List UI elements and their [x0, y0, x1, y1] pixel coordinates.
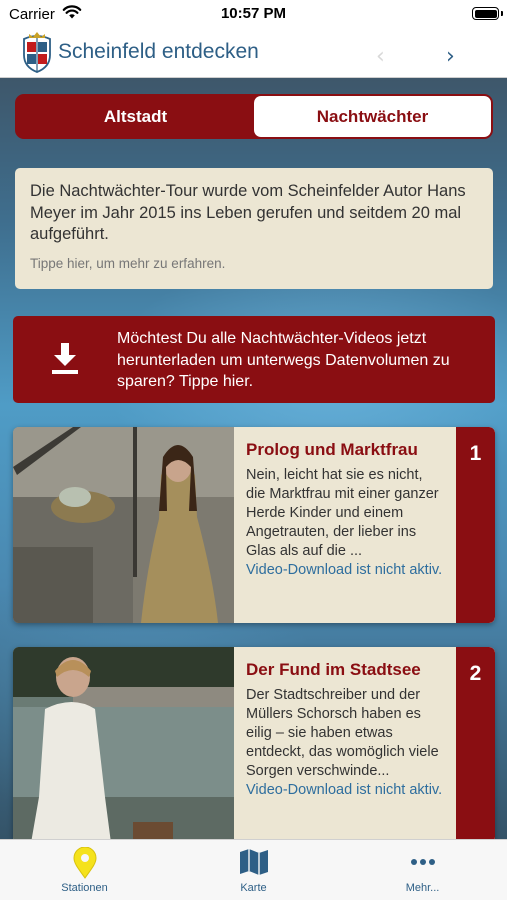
- tab-mehr[interactable]: Mehr...: [338, 840, 507, 900]
- status-bar: Carrier 10:57 PM: [0, 0, 507, 28]
- station-number-badge: 2: [456, 647, 495, 843]
- station-download-status: Video-Download ist nicht aktiv.: [246, 782, 443, 798]
- station-title: Prolog und Marktfrau: [246, 440, 418, 459]
- station-body: Prolog und Marktfrau Nein, leicht hat si…: [234, 427, 456, 623]
- tab-stationen-label: Stationen: [61, 882, 108, 894]
- download-banner-text: Möchtest Du alle Nachtwächter-Videos jet…: [117, 330, 450, 390]
- tour-info-more-link[interactable]: Tippe hier, um mehr zu erfahren.: [30, 256, 478, 271]
- station-title: Der Fund im Stadtsee: [246, 660, 421, 679]
- station-number-badge: 1: [456, 427, 495, 623]
- download-all-banner[interactable]: Möchtest Du alle Nachtwächter-Videos jet…: [13, 316, 495, 403]
- tab-karte[interactable]: Karte: [169, 840, 338, 900]
- station-number: 2: [469, 662, 482, 685]
- tour-info-text: Die Nachtwächter-Tour wurde vom Scheinfe…: [30, 182, 466, 243]
- station-download-status: Video-Download ist nicht aktiv.: [246, 562, 443, 578]
- station-card[interactable]: Der Fund im Stadtsee Der Stadtschreiber …: [13, 647, 495, 843]
- tab-stationen[interactable]: Stationen: [0, 840, 169, 900]
- tab-bar: Stationen Karte Mehr...: [0, 839, 507, 900]
- station-description: Der Stadtschreiber und der Müllers Schor…: [246, 687, 439, 779]
- chevron-right-icon[interactable]: ›: [446, 46, 455, 68]
- map-pin-icon: [0, 846, 169, 879]
- chevron-left-icon[interactable]: ‹: [376, 46, 385, 68]
- navigation-bar: Scheinfeld entdecken ‹ ›: [0, 28, 507, 78]
- status-time: 10:57 PM: [220, 5, 287, 22]
- station-description: Nein, leicht hat sie es nicht, die Markt…: [246, 467, 439, 559]
- more-icon: [338, 847, 507, 879]
- map-icon: [169, 847, 338, 879]
- tab-karte-label: Karte: [240, 882, 267, 894]
- station-number: 1: [469, 442, 482, 465]
- segment-nachtwaechter[interactable]: Nachtwächter: [254, 96, 491, 137]
- tab-mehr-label: Mehr...: [405, 882, 440, 894]
- station-thumbnail: [13, 647, 234, 843]
- station-body: Der Fund im Stadtsee Der Stadtschreiber …: [234, 647, 456, 843]
- segment-altstadt[interactable]: Altstadt: [17, 96, 254, 137]
- station-thumbnail: [13, 427, 234, 623]
- app-title: Scheinfeld entdecken: [58, 40, 259, 63]
- battery-tip: [501, 11, 503, 16]
- tour-segmented-control: Altstadt Nachtwächter: [15, 94, 493, 139]
- coat-of-arms-icon: [20, 31, 54, 78]
- station-card[interactable]: Prolog und Marktfrau Nein, leicht hat si…: [13, 427, 495, 623]
- download-icon: [51, 343, 79, 380]
- battery-icon: [472, 7, 499, 20]
- tour-info-box[interactable]: Die Nachtwächter-Tour wurde vom Scheinfe…: [15, 168, 493, 289]
